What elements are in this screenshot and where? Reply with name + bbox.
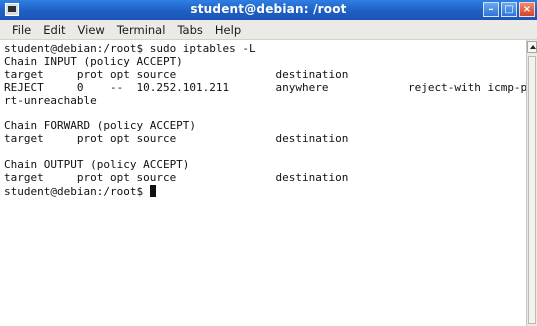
terminal-line: target prot opt source destination [4, 132, 349, 146]
terminal-line: rt-unreachable [4, 93, 97, 107]
terminal-line: student@debian:/root$ sudo iptables -L [4, 42, 256, 55]
terminal-output[interactable]: student@debian:/root$ sudo iptables -L C… [0, 40, 534, 326]
menubar: File Edit View Terminal Tabs Help [0, 20, 537, 40]
terminal-line: target prot opt source destination [4, 170, 349, 184]
window-titlebar[interactable]: student@debian: /root – □ × [0, 0, 537, 20]
menu-file[interactable]: File [6, 20, 37, 40]
menu-view[interactable]: View [72, 20, 111, 40]
minimize-icon[interactable]: – [483, 2, 499, 17]
terminal-line: target prot opt source destination [4, 67, 349, 81]
vertical-scrollbar[interactable] [526, 40, 537, 326]
maximize-icon[interactable]: □ [501, 2, 517, 17]
terminal-line: Chain OUTPUT (policy ACCEPT) [4, 158, 190, 172]
menu-tabs[interactable]: Tabs [171, 20, 208, 40]
window-controls: – □ × [483, 2, 535, 18]
menu-help[interactable]: Help [209, 20, 247, 40]
window-title: student@debian: /root [190, 2, 347, 16]
menu-edit[interactable]: Edit [37, 20, 71, 40]
terminal-prompt: student@debian:/root$ [4, 184, 150, 198]
terminal-line: REJECT 0 -- 10.252.101.211 anywhere reje… [4, 80, 534, 94]
scroll-up-arrow-icon[interactable] [527, 41, 537, 53]
close-icon[interactable]: × [519, 2, 535, 17]
terminal-cursor [149, 184, 156, 197]
terminal-prompt-line[interactable]: student@debian:/root$ [4, 184, 526, 198]
terminal-line: Chain INPUT (policy ACCEPT) [4, 54, 183, 68]
scroll-thumb[interactable] [528, 56, 536, 324]
menu-terminal[interactable]: Terminal [111, 20, 172, 40]
